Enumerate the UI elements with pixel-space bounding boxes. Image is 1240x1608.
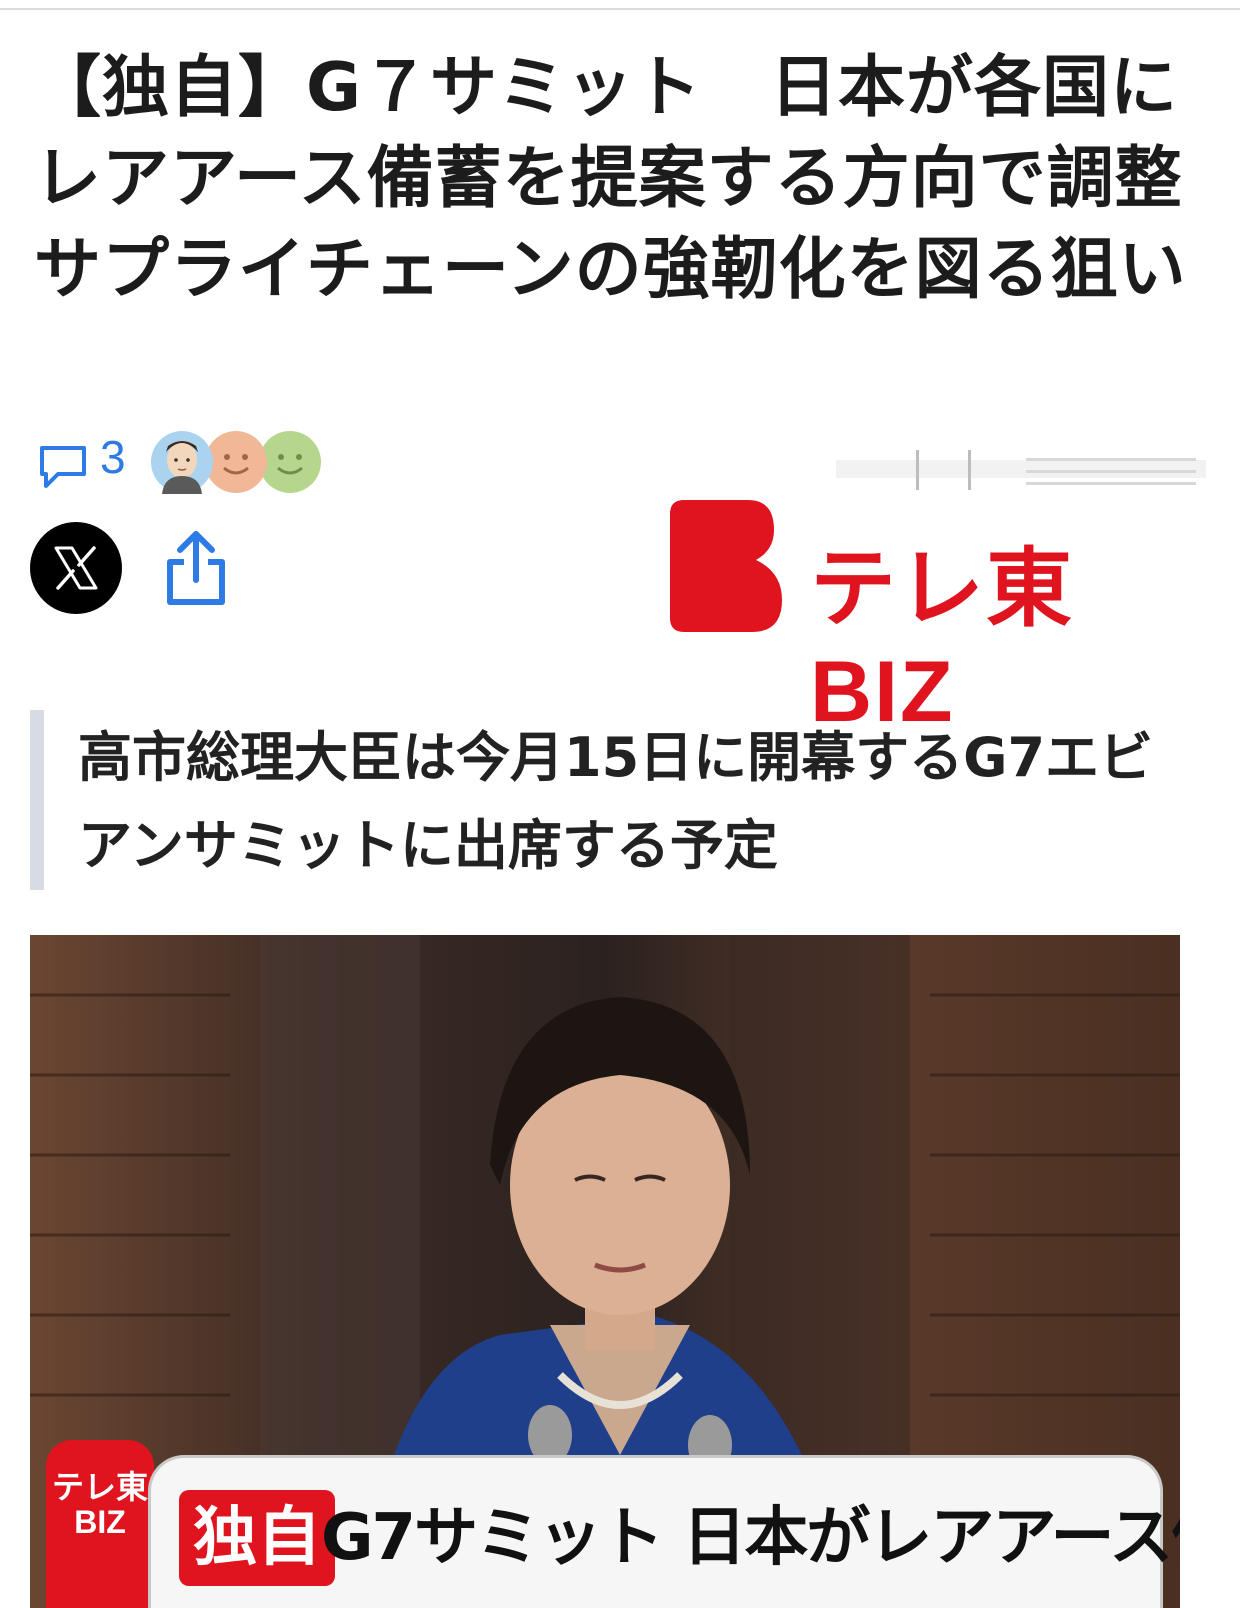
exclusive-tag: 独自	[179, 1490, 335, 1586]
photo-caption-text: G7サミット 日本がレアアース備蓄提案へ	[321, 1501, 1180, 1575]
source-logo-text: テレ東BIZ	[810, 541, 1074, 740]
badge-line-2: BIZ	[74, 1504, 126, 1540]
comment-count[interactable]: 3	[100, 430, 126, 484]
avatar	[150, 430, 214, 494]
share-row: テレ東BIZ	[30, 500, 1210, 740]
article-meta-row: 3	[36, 430, 1206, 500]
photo-caption-bar: 独自 G7サミット 日本がレアアース備蓄提案へ	[148, 1455, 1180, 1608]
article-photo[interactable]: テレ東 BIZ 独自 G7サミット 日本がレアアース備蓄提案へ	[30, 935, 1180, 1608]
comment-icon[interactable]	[38, 444, 88, 490]
share-button[interactable]	[164, 528, 228, 608]
badge-line-1: テレ東	[51, 1469, 148, 1505]
photo-source-badge: テレ東 BIZ	[46, 1440, 154, 1608]
share-icon	[167, 531, 225, 605]
x-logo-icon	[54, 546, 98, 590]
article-subhead: 高市総理大臣は今月15日に開幕するG7エビアンサミットに出席する予定	[78, 726, 1154, 877]
blurred-metadata	[836, 450, 1216, 490]
top-divider	[0, 8, 1240, 10]
source-logo[interactable]: テレ東BIZ	[670, 500, 1170, 740]
logo-mark-icon	[670, 500, 782, 632]
article-subhead-block: 高市総理大臣は今月15日に開幕するG7エビアンサミットに出席する予定	[30, 710, 1194, 890]
article-headline: 【独自】G７サミット 日本が各国にレアアース備蓄を提案する方向で調整 サプライチ…	[34, 48, 1240, 308]
x-share-button[interactable]	[30, 522, 122, 614]
